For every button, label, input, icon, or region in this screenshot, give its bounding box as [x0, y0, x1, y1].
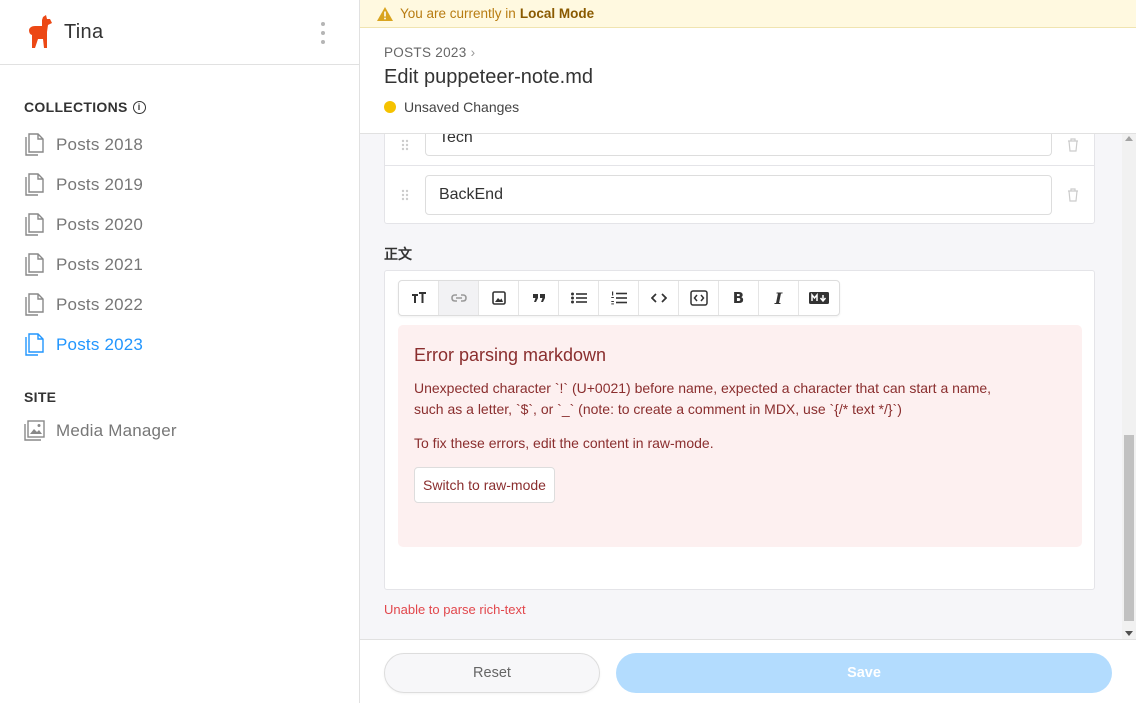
form-footer: Reset Save	[360, 639, 1136, 703]
link-button[interactable]	[439, 281, 479, 315]
site-list: Media Manager	[0, 411, 359, 451]
llama-logo-icon	[29, 15, 52, 48]
error-title: Error parsing markdown	[414, 345, 607, 365]
bold-icon: B	[732, 289, 745, 307]
more-options-icon[interactable]	[315, 22, 331, 44]
markdown-button[interactable]	[799, 281, 839, 315]
reset-button[interactable]: Reset	[384, 653, 600, 693]
scrollbar-thumb[interactable]	[1124, 435, 1134, 621]
code-button[interactable]	[639, 281, 679, 315]
image-button[interactable]	[479, 281, 519, 315]
site-heading: SITE	[0, 389, 359, 405]
collections-list: Posts 2018 Posts 2019 Posts 2020 Posts 2…	[0, 125, 359, 365]
page-title: Edit puppeteer-note.md	[384, 66, 594, 88]
body-field-label: 正文	[384, 246, 412, 262]
document-icon	[25, 173, 44, 196]
numbered-list-icon	[610, 291, 627, 305]
numbered-list-button[interactable]	[599, 281, 639, 315]
rich-text-editor: B I Error parsing markdown Unexpected ch…	[384, 270, 1095, 590]
trash-icon[interactable]	[1052, 188, 1094, 202]
collections-title: COLLECTIONS	[24, 99, 128, 115]
quote-button[interactable]	[519, 281, 559, 315]
quote-icon	[532, 294, 545, 302]
document-icon	[25, 213, 44, 236]
document-icon	[25, 253, 44, 276]
sidebar-item-posts-2022[interactable]: Posts 2022	[0, 285, 359, 325]
breadcrumb-collection[interactable]: POSTS 2023	[384, 45, 467, 60]
form-content: Tech BackEnd 正文 B I Error parsing markdo…	[360, 134, 1122, 639]
code-block-icon	[689, 290, 708, 306]
main-panel: You are currently in Local Mode POSTS 20…	[360, 0, 1136, 703]
image-icon	[491, 291, 506, 305]
save-button[interactable]: Save	[616, 653, 1112, 693]
document-icon	[25, 133, 44, 156]
trash-icon[interactable]	[1052, 138, 1094, 152]
sidebar-item-posts-2019[interactable]: Posts 2019	[0, 165, 359, 205]
tags-list: Tech BackEnd	[384, 134, 1095, 224]
editor-toolbar: B I	[398, 280, 840, 316]
document-icon	[25, 293, 44, 316]
sidebar-item-label: Posts 2019	[56, 175, 144, 194]
status-indicator: Unsaved Changes	[384, 99, 1136, 115]
tag-input[interactable]: BackEnd	[424, 175, 1053, 215]
markdown-error-panel: Error parsing markdown Unexpected charac…	[398, 325, 1082, 547]
app-name: Tina	[64, 20, 104, 43]
sidebar-item-label: Media Manager	[56, 421, 177, 440]
code-block-button[interactable]	[679, 281, 719, 315]
sidebar-item-label: Posts 2022	[56, 295, 144, 314]
sidebar-item-posts-2021[interactable]: Posts 2021	[0, 245, 359, 285]
scroll-up-icon[interactable]	[1125, 136, 1133, 141]
italic-icon: I	[774, 288, 783, 308]
markdown-icon	[809, 292, 829, 304]
document-icon	[25, 333, 44, 356]
status-text: Unsaved Changes	[404, 99, 520, 115]
sidebar-item-label: Posts 2020	[56, 215, 144, 234]
bulleted-list-icon	[570, 292, 587, 304]
sidebar-item-label: Posts 2023	[56, 335, 144, 354]
collections-heading: COLLECTIONS i	[0, 99, 359, 115]
unsaved-dot-icon	[384, 101, 396, 113]
banner-text: You are currently in	[400, 6, 516, 21]
breadcrumb[interactable]: POSTS 2023 ›	[384, 45, 1136, 60]
banner-mode: Local Mode	[519, 6, 595, 21]
drag-handle-icon[interactable]	[385, 139, 425, 151]
brand-header: Tina	[0, 0, 359, 65]
sidebar-item-label: Posts 2018	[56, 135, 144, 154]
tag-input[interactable]: Tech	[424, 134, 1053, 156]
sidebar-item-media-manager[interactable]: Media Manager	[0, 411, 359, 451]
link-icon	[450, 294, 467, 302]
field-error-message: Unable to parse rich-text	[384, 602, 526, 617]
drag-handle-icon[interactable]	[385, 189, 425, 201]
italic-button[interactable]: I	[759, 281, 799, 315]
sidebar-item-posts-2023[interactable]: Posts 2023	[0, 325, 359, 365]
heading-button[interactable]	[399, 281, 439, 315]
bold-button[interactable]: B	[719, 281, 759, 315]
editor-header: POSTS 2023 › Edit puppeteer-note.md Unsa…	[360, 28, 1136, 134]
scroll-down-icon[interactable]	[1125, 631, 1133, 636]
error-fix-hint: To fix these errors, edit the content in…	[414, 435, 714, 451]
sidebar-item-label: Posts 2021	[56, 255, 144, 274]
local-mode-banner: You are currently in Local Mode	[360, 0, 1136, 28]
sidebar: Tina COLLECTIONS i Posts 2018 Posts 2019…	[0, 0, 360, 703]
warning-icon	[377, 6, 393, 21]
code-icon	[650, 293, 667, 303]
media-icon	[24, 420, 45, 441]
switch-to-raw-mode-button[interactable]: Switch to raw-mode	[414, 467, 555, 503]
content-scrollbar[interactable]	[1122, 134, 1136, 639]
info-icon[interactable]: i	[132, 100, 146, 114]
list-item: BackEnd	[385, 166, 1094, 224]
heading-icon	[411, 292, 426, 303]
sidebar-item-posts-2020[interactable]: Posts 2020	[0, 205, 359, 245]
list-item: Tech	[385, 134, 1094, 166]
error-message: Unexpected character `!` (U+0021) before…	[414, 380, 992, 417]
site-title: SITE	[24, 389, 57, 405]
sidebar-item-posts-2018[interactable]: Posts 2018	[0, 125, 359, 165]
bulleted-list-button[interactable]	[559, 281, 599, 315]
chevron-right-icon: ›	[470, 45, 476, 60]
